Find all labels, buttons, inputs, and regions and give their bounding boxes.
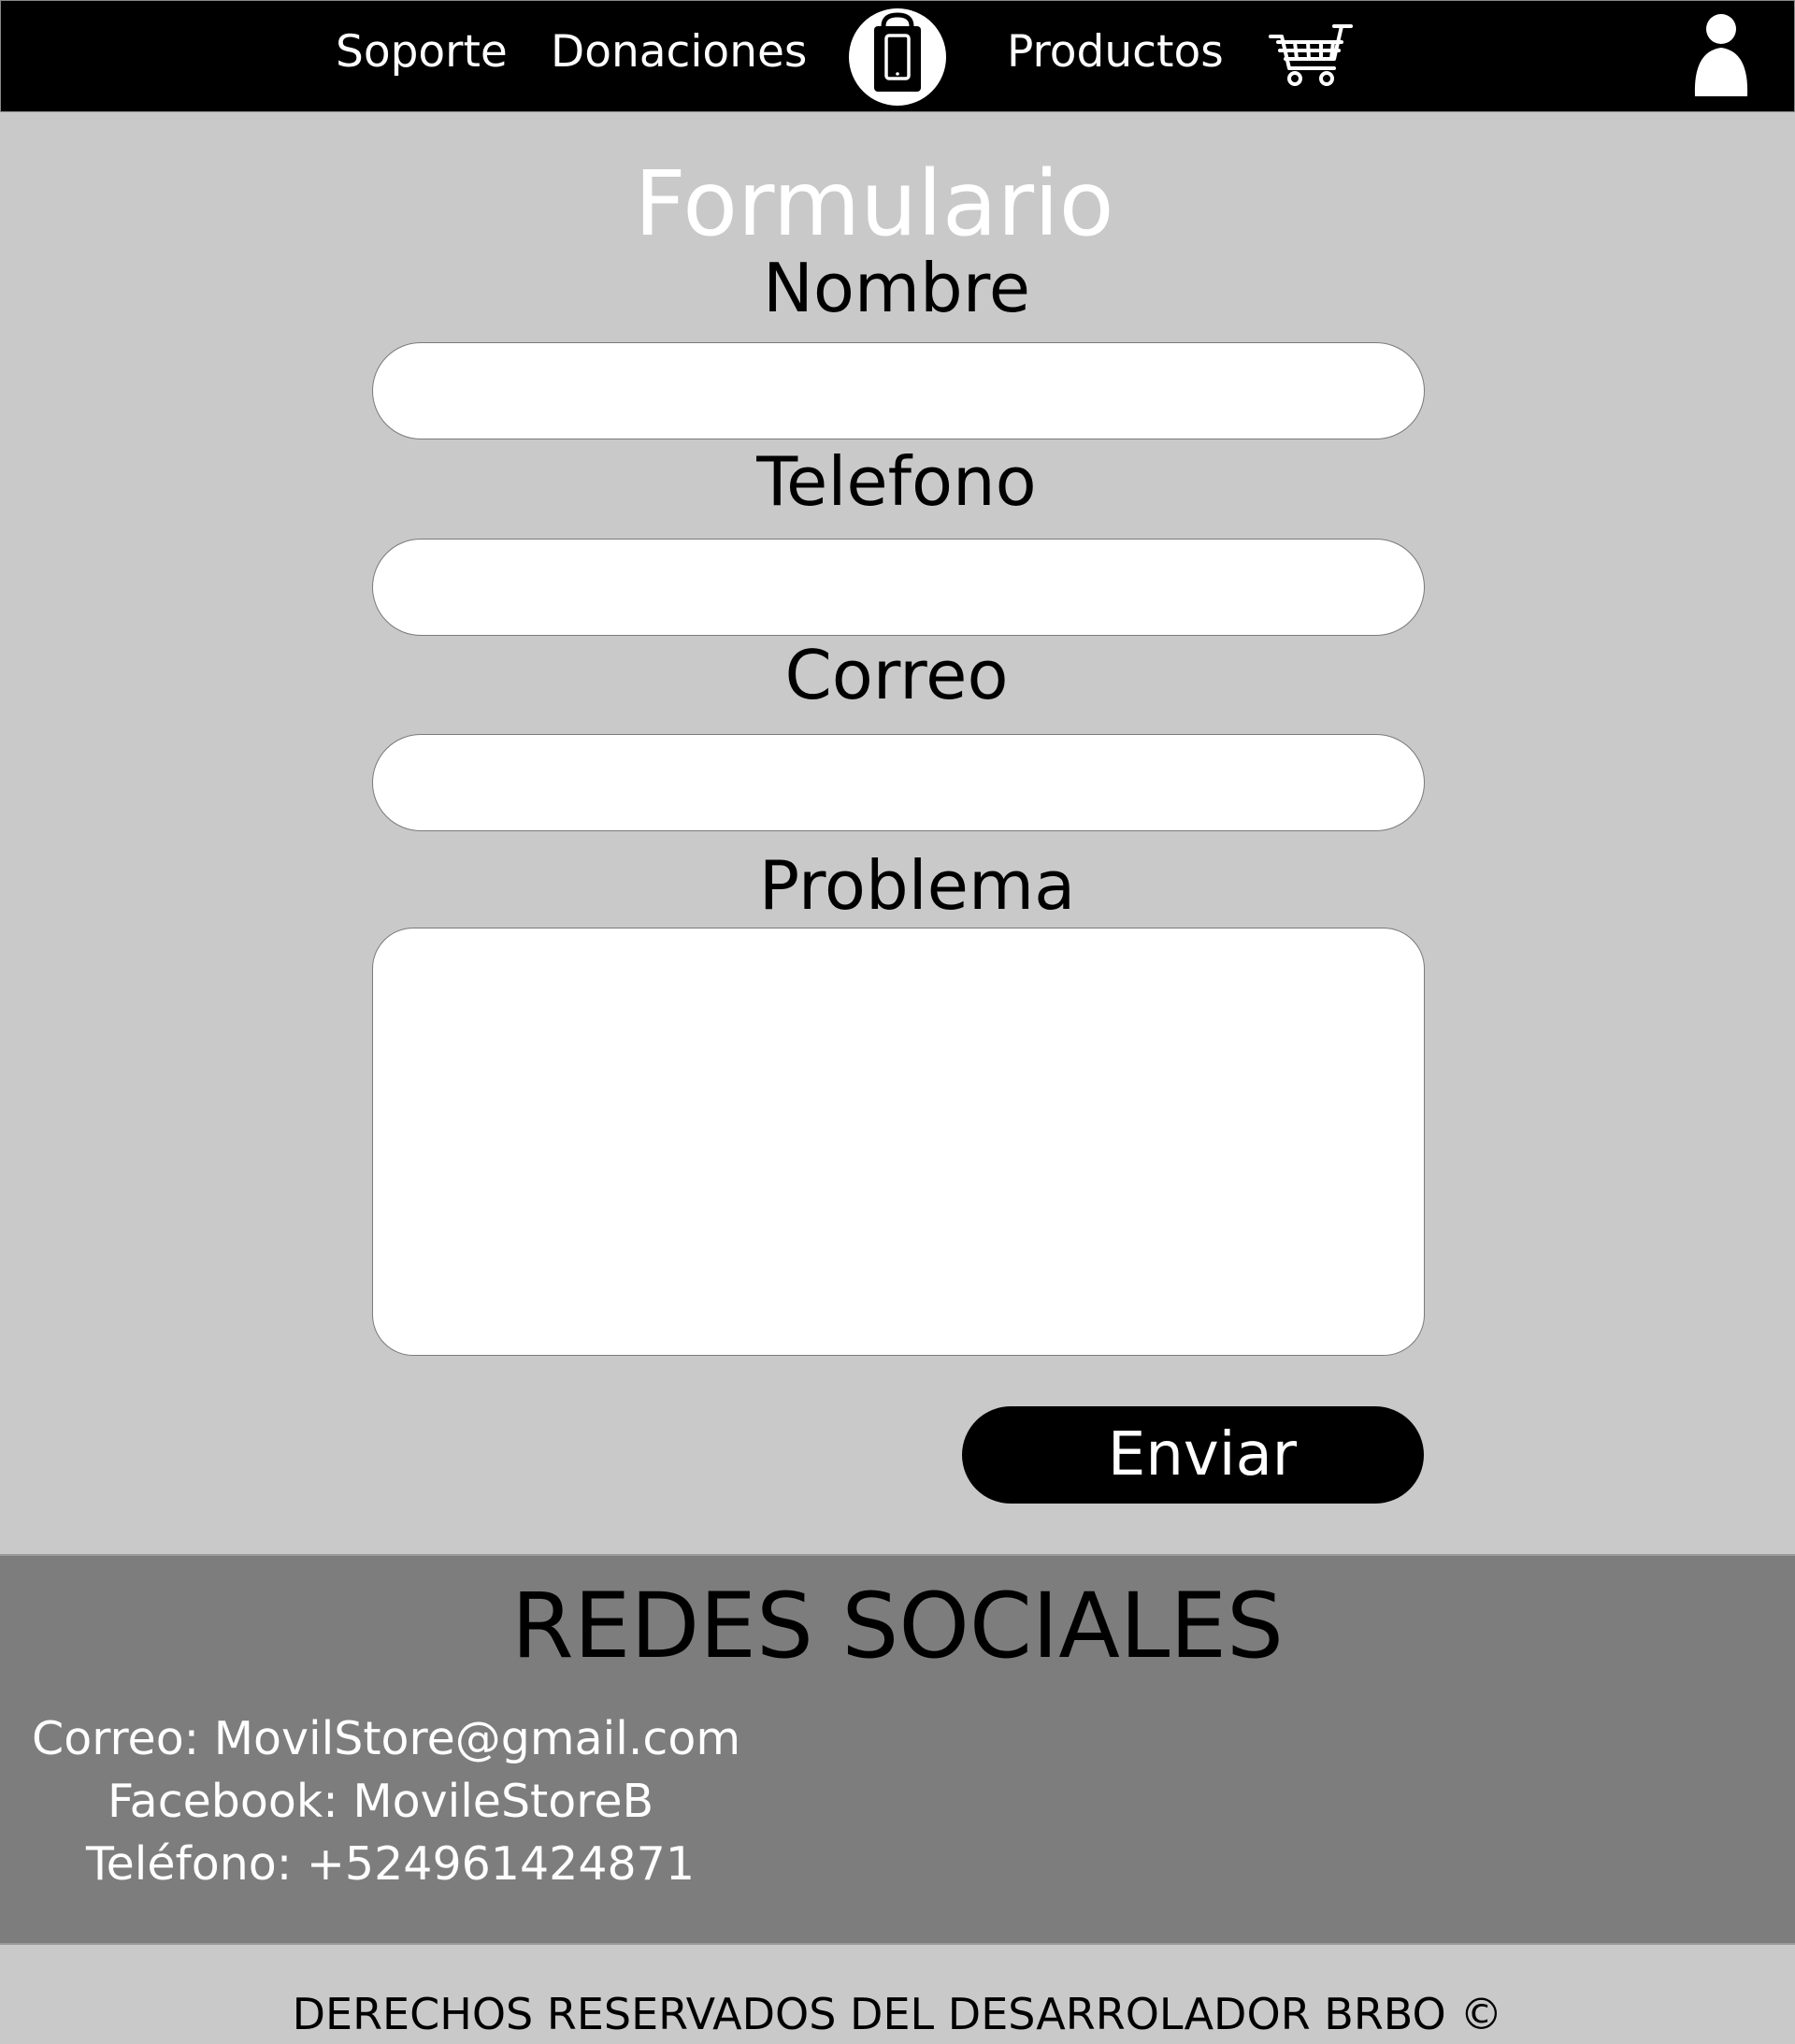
top-navbar: Soporte Donaciones Productos (0, 0, 1795, 112)
phone-bag-logo-icon[interactable] (848, 7, 947, 107)
form-title: Formulario (634, 151, 1114, 256)
problema-textarea[interactable] (372, 928, 1425, 1356)
social-facebook: Facebook: MovileStoreB (108, 1775, 654, 1828)
telefono-label: Telefono (756, 442, 1037, 521)
correo-label: Correo (784, 636, 1009, 714)
shopping-cart-icon[interactable] (1269, 22, 1353, 89)
nav-link-soporte[interactable]: Soporte (336, 20, 508, 85)
social-section: REDES SOCIALES Correo: MovilStore@gmail.… (0, 1554, 1795, 1945)
social-telefono: Teléfono: +524961424871 (86, 1837, 696, 1891)
user-icon[interactable] (1691, 10, 1751, 98)
enviar-button[interactable]: Enviar (962, 1406, 1424, 1504)
nav-link-productos[interactable]: Productos (1007, 20, 1224, 85)
copyright-text: DERECHOS RESERVADOS DEL DESARROLADOR BRB… (292, 1989, 1503, 2039)
social-title: REDES SOCIALES (511, 1574, 1284, 1678)
nav-link-donaciones[interactable]: Donaciones (551, 20, 807, 85)
nombre-label: Nombre (762, 249, 1031, 327)
correo-input[interactable] (372, 734, 1425, 831)
problema-label: Problema (758, 846, 1076, 925)
telefono-input[interactable] (372, 539, 1425, 636)
nombre-input[interactable] (372, 342, 1425, 439)
social-correo: Correo: MovilStore@gmail.com (32, 1712, 741, 1765)
